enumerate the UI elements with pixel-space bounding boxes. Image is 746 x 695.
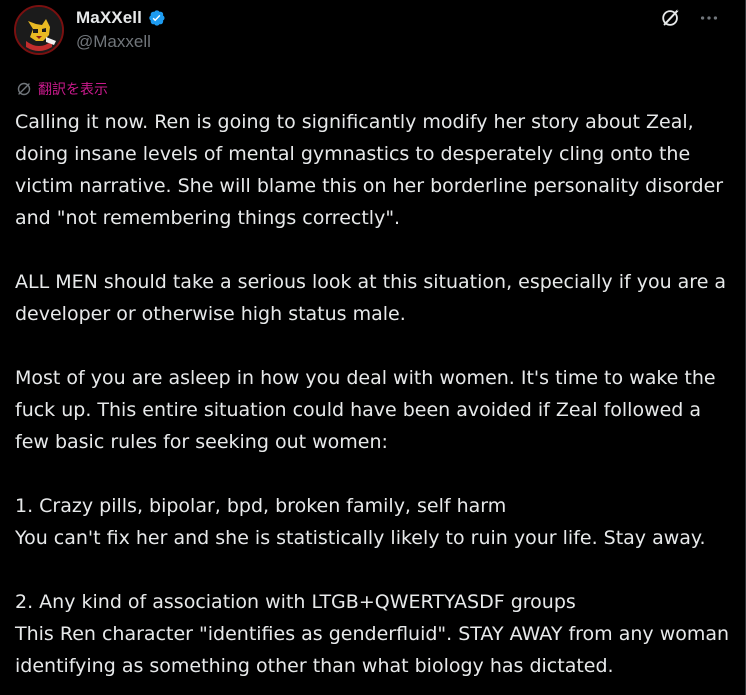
show-translation-link[interactable]: 翻訳を表示: [16, 79, 108, 99]
author-display-name[interactable]: MaXXell: [76, 8, 142, 28]
author-handle[interactable]: @Maxxell: [76, 32, 151, 52]
tweet-text: Calling it now. Ren is going to signific…: [15, 106, 735, 682]
tweet-paragraph: Calling it now. Ren is going to signific…: [15, 111, 724, 229]
tweet-paragraph: 1. Crazy pills, bipolar, bpd, broken fam…: [15, 495, 706, 549]
more-dots-icon[interactable]: [697, 6, 721, 30]
avatar[interactable]: [14, 5, 64, 55]
tweet-actions: [659, 6, 721, 30]
tweet-paragraph: Most of you are asleep in how you deal w…: [15, 367, 716, 453]
verified-badge-icon: [149, 10, 165, 26]
grok-slash-icon[interactable]: [659, 6, 683, 30]
tweet-paragraph: 2. Any kind of association with LTGB+QWE…: [15, 591, 730, 677]
show-translation-label[interactable]: 翻訳を表示: [38, 79, 108, 99]
avatar-image: [16, 7, 62, 53]
tweet-paragraph: ALL MEN should take a serious look at th…: [15, 271, 727, 325]
globe-slash-icon: [17, 82, 31, 96]
author-name-row: MaXXell: [76, 8, 166, 28]
tweet-card: MaXXell @Maxxell 翻訳を表示 Calling it now. R…: [0, 0, 746, 695]
